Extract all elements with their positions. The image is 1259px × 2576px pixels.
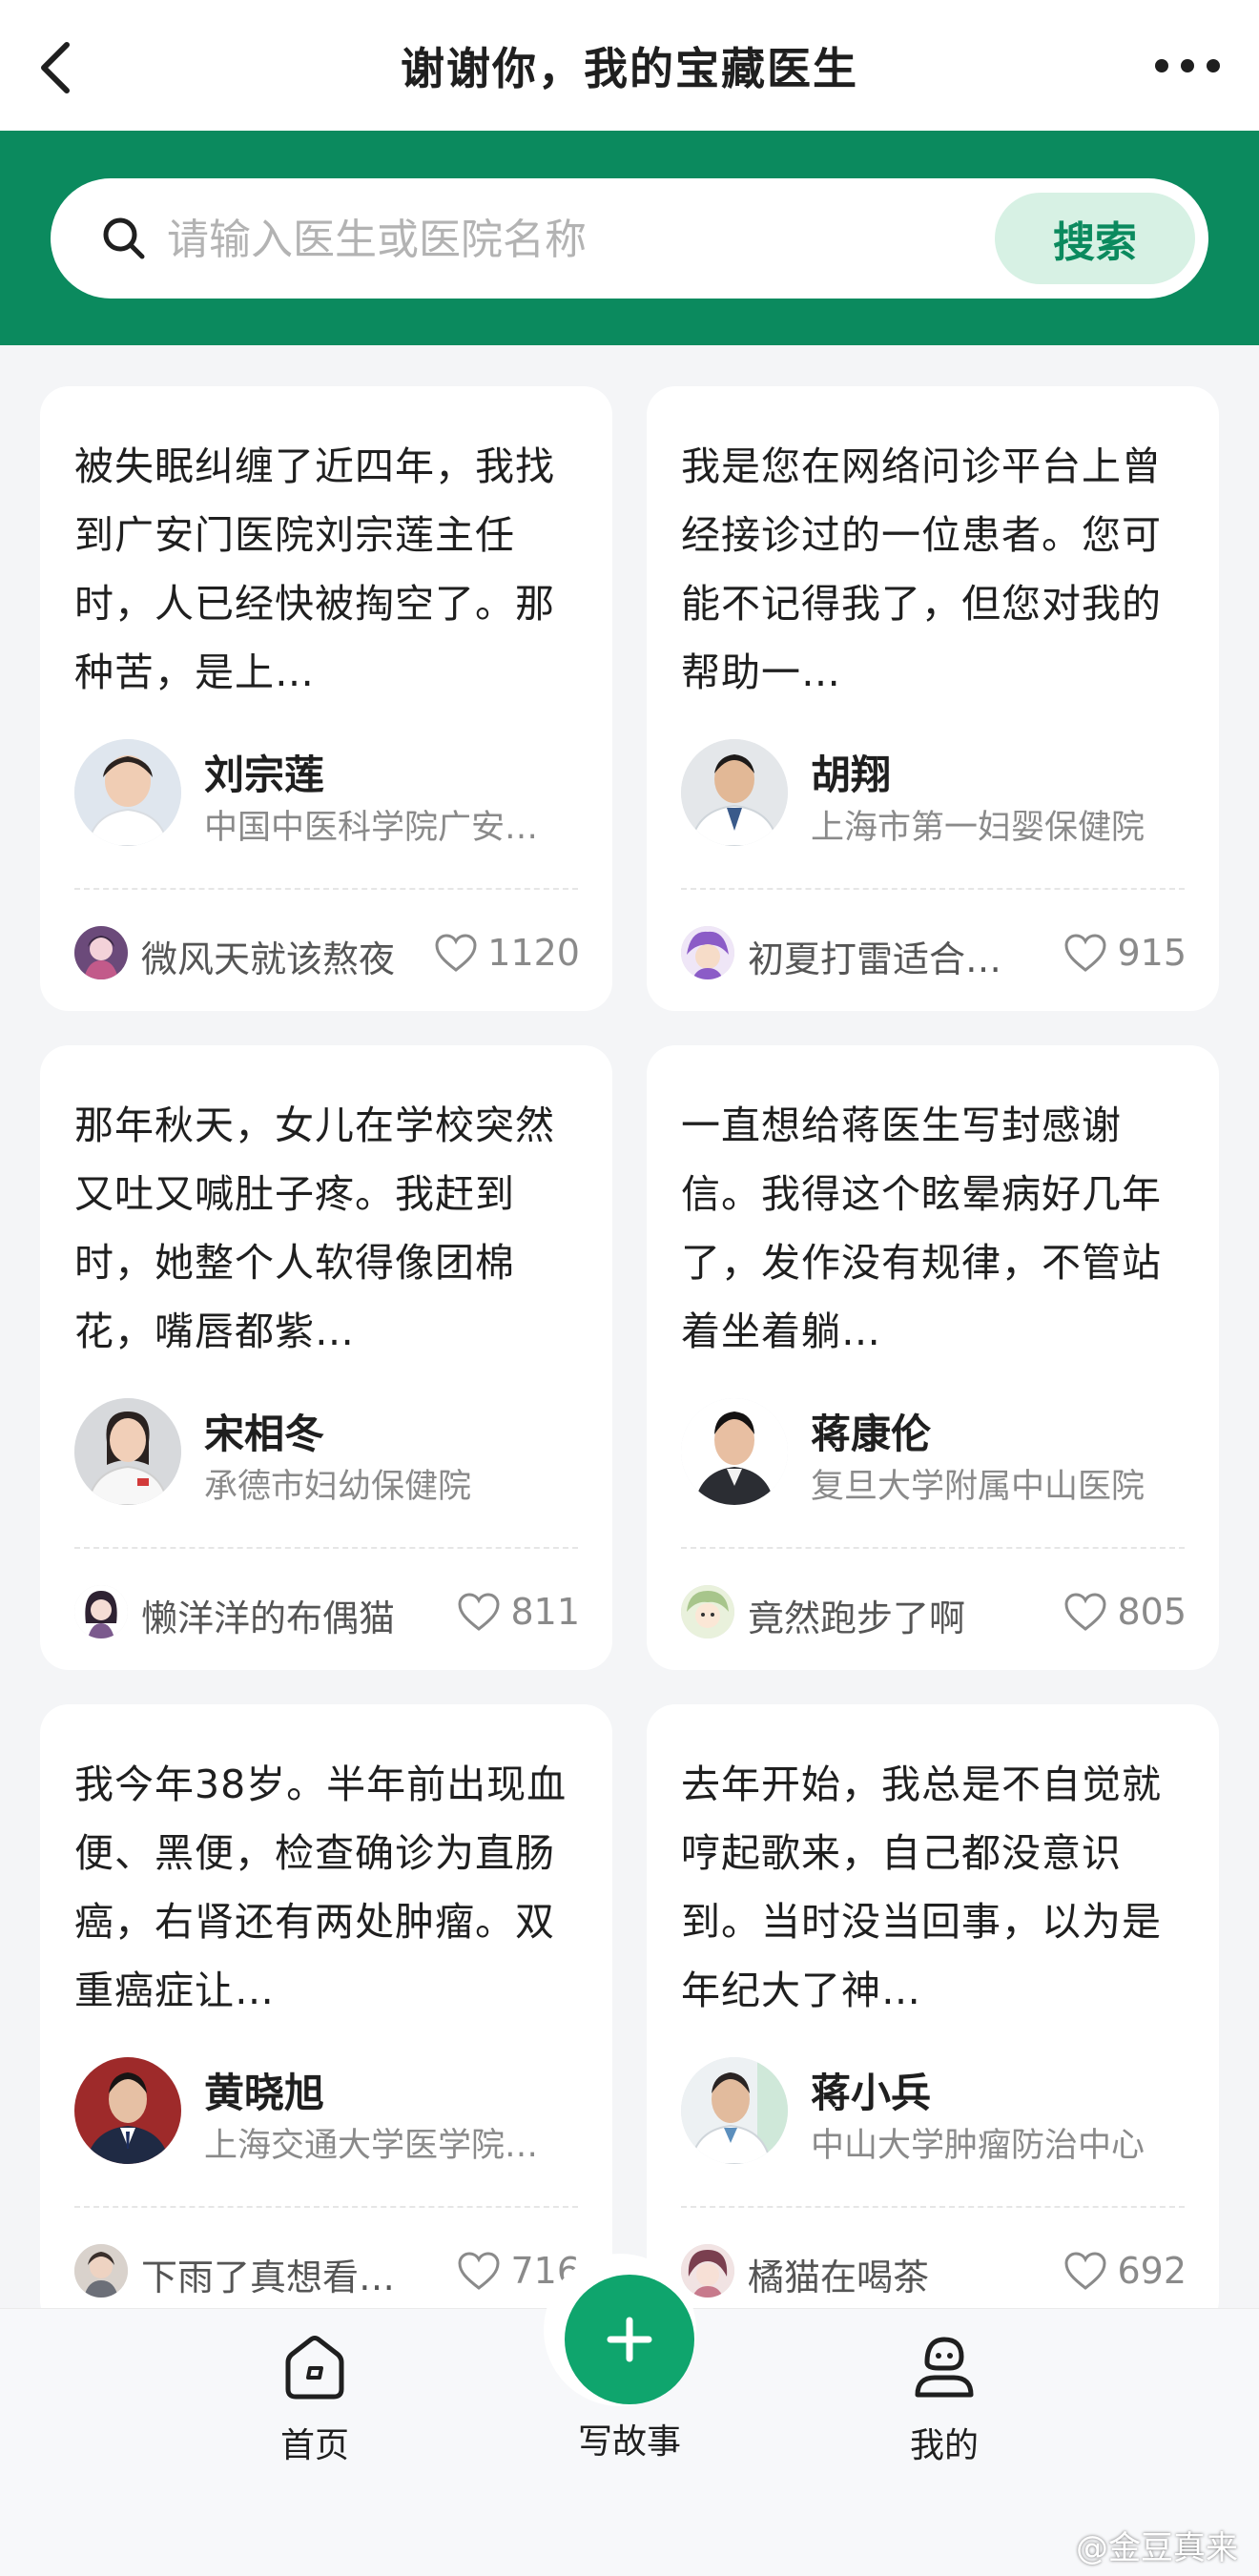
doctor-avatar <box>74 739 181 846</box>
user-name: 懒洋洋的布偶猫 <box>141 1597 396 1639</box>
doctor-name: 黄晓旭 <box>204 2070 325 2116</box>
tab-home-label: 首页 <box>279 2426 349 2465</box>
doctor-name: 胡翔 <box>811 752 892 798</box>
search-band: 搜索 <box>0 131 1259 345</box>
search-icon <box>103 217 145 259</box>
tab-write[interactable]: 写故事 <box>534 2414 725 2490</box>
top-nav-bar: 谢谢你，我的宝藏医生 <box>0 0 1259 131</box>
user-avatar <box>681 2244 734 2298</box>
story-excerpt: 去年开始，我总是不自觉就哼起歌来，自己都没意识到。当时没当回事，以为是年纪大了神… <box>681 1762 1162 2013</box>
card-footer: 竟然跑步了啊 805 <box>681 1583 1187 1640</box>
user-avatar <box>74 926 128 979</box>
doctor-info[interactable]: 蒋小兵 中山大学肿瘤防治中心 <box>681 2057 1187 2165</box>
story-card[interactable]: 一直想给蒋医生写封感谢信。我得这个眩晕病好几年了，发作没有规律，不管站着坐着躺…… <box>647 1045 1219 1670</box>
doctor-info[interactable]: 蒋康伦 复旦大学附属中山医院 <box>681 1398 1187 1506</box>
doctor-hospital: 中国中医科学院广安… <box>204 809 539 847</box>
doctor-hospital: 上海市第一妇婴保健院 <box>811 809 1145 847</box>
divider <box>681 2206 1185 2208</box>
like-count: 915 <box>1117 932 1187 974</box>
watermark: @金豆真来 <box>1076 2529 1238 2567</box>
doctor-avatar <box>681 2057 788 2164</box>
heart-icon <box>435 934 477 972</box>
doctor-avatar <box>681 739 788 846</box>
story-excerpt: 我今年38岁。半年前出现血便、黑便，检查确诊为直肠癌，右肾还有两处肿瘤。双重癌症… <box>74 1762 568 2013</box>
divider <box>74 888 578 890</box>
user-avatar <box>74 1585 128 1638</box>
doctor-name: 蒋康伦 <box>811 1411 932 1457</box>
search-input[interactable] <box>165 196 999 283</box>
story-excerpt: 我是您在网络问诊平台上曾经接诊过的一位患者。您可能不记得我了，但您对我的帮助一… <box>681 443 1162 695</box>
doctor-name: 刘宗莲 <box>204 752 325 798</box>
doctor-avatar <box>681 1398 788 1505</box>
story-excerpt: 被失眠纠缠了近四年，我找到广安门医院刘宗莲主任时，人已经快被掏空了。那种苦，是上… <box>74 443 555 695</box>
tab-mine[interactable]: 我的 <box>849 2328 1040 2500</box>
bottom-tab-bar: 首页 写故事 我的 <box>0 2254 1259 2576</box>
write-story-button[interactable] <box>565 2275 694 2404</box>
doctor-hospital: 复旦大学附属中山医院 <box>811 1468 1145 1506</box>
like-button[interactable]: 915 <box>1063 928 1187 978</box>
like-count: 1120 <box>487 932 580 974</box>
story-card[interactable]: 去年开始，我总是不自觉就哼起歌来，自己都没意识到。当时没当回事，以为是年纪大了神… <box>647 1704 1219 2329</box>
user-name: 微风天就该熬夜 <box>141 938 396 980</box>
user-avatar <box>74 2244 128 2298</box>
home-icon <box>285 2336 344 2400</box>
doctor-info[interactable]: 黄晓旭 上海交通大学医学院… <box>74 2057 580 2165</box>
heart-icon <box>1064 1593 1106 1631</box>
card-footer: 橘猫在喝茶 692 <box>681 2242 1187 2299</box>
tab-home[interactable]: 首页 <box>219 2328 410 2500</box>
more-dots-icon <box>1155 59 1220 72</box>
story-card[interactable]: 我今年38岁。半年前出现血便、黑便，检查确诊为直肠癌，右肾还有两处肿瘤。双重癌症… <box>40 1704 612 2329</box>
card-footer: 下雨了真想看… 716 <box>74 2242 580 2299</box>
card-footer: 初夏打雷适合… 915 <box>681 924 1187 981</box>
like-count: 692 <box>1117 2250 1187 2292</box>
doctor-name: 宋相冬 <box>204 1411 325 1457</box>
user-name: 下雨了真想看… <box>141 2257 396 2298</box>
search-box: 搜索 <box>51 178 1208 299</box>
card-footer: 懒洋洋的布偶猫 811 <box>74 1583 580 1640</box>
like-button[interactable]: 1120 <box>434 928 580 978</box>
divider <box>74 1547 578 1549</box>
heart-icon <box>1064 934 1106 972</box>
heart-icon <box>458 1593 500 1631</box>
doctor-info[interactable]: 刘宗莲 中国中医科学院广安… <box>74 739 580 847</box>
more-button[interactable] <box>1145 36 1230 95</box>
card-footer: 微风天就该熬夜 1120 <box>74 924 580 981</box>
page-title: 谢谢你，我的宝藏医生 <box>401 42 858 94</box>
like-count: 805 <box>1117 1591 1187 1633</box>
like-count: 811 <box>510 1591 580 1633</box>
like-button[interactable]: 811 <box>457 1587 580 1637</box>
like-button[interactable]: 805 <box>1063 1587 1187 1637</box>
divider <box>74 2206 578 2208</box>
doctor-name: 蒋小兵 <box>811 2070 932 2116</box>
heart-icon <box>1064 2252 1106 2290</box>
tab-write-label: 写故事 <box>577 2422 681 2462</box>
tab-mine-label: 我的 <box>909 2426 979 2465</box>
divider <box>681 888 1185 890</box>
story-grid: 被失眠纠缠了近四年，我找到广安门医院刘宗莲主任时，人已经快被掏空了。那种苦，是上… <box>40 386 1219 2329</box>
story-excerpt: 一直想给蒋医生写封感谢信。我得这个眩晕病好几年了，发作没有规律，不管站着坐着躺… <box>681 1103 1162 1354</box>
story-card[interactable]: 被失眠纠缠了近四年，我找到广安门医院刘宗莲主任时，人已经快被掏空了。那种苦，是上… <box>40 386 612 1011</box>
search-button[interactable]: 搜索 <box>995 193 1195 284</box>
user-name: 初夏打雷适合… <box>748 938 1002 980</box>
story-card[interactable]: 那年秋天，女儿在学校突然又吐又喊肚子疼。我赶到时，她整个人软得像团棉花，嘴唇都紫… <box>40 1045 612 1670</box>
doctor-avatar <box>74 2057 181 2164</box>
story-excerpt: 那年秋天，女儿在学校突然又吐又喊肚子疼。我赶到时，她整个人软得像团棉花，嘴唇都紫… <box>74 1103 555 1354</box>
profile-icon <box>915 2337 974 2398</box>
doctor-avatar <box>74 1398 181 1505</box>
user-name: 橘猫在喝茶 <box>748 2257 930 2298</box>
user-name: 竟然跑步了啊 <box>748 1597 966 1639</box>
doctor-info[interactable]: 宋相冬 承德市妇幼保健院 <box>74 1398 580 1506</box>
doctor-hospital: 承德市妇幼保健院 <box>204 1468 472 1506</box>
story-card[interactable]: 我是您在网络问诊平台上曾经接诊过的一位患者。您可能不记得我了，但您对我的帮助一…… <box>647 386 1219 1011</box>
user-avatar <box>681 1585 734 1638</box>
heart-icon <box>458 2252 500 2290</box>
like-button[interactable]: 692 <box>1063 2246 1187 2296</box>
user-avatar <box>681 926 734 979</box>
divider <box>681 1547 1185 1549</box>
doctor-info[interactable]: 胡翔 上海市第一妇婴保健院 <box>681 739 1187 847</box>
doctor-hospital: 中山大学肿瘤防治中心 <box>811 2127 1145 2165</box>
doctor-hospital: 上海交通大学医学院… <box>204 2127 539 2165</box>
plus-icon <box>607 2317 652 2362</box>
